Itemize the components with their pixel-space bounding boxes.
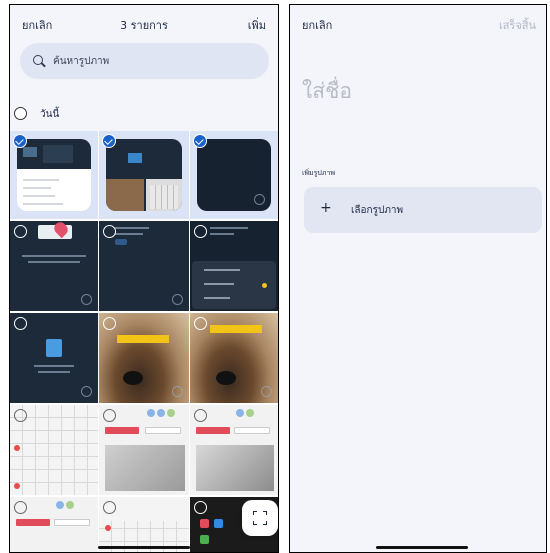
photo-thumb[interactable] <box>10 221 98 311</box>
unselected-circle-icon[interactable] <box>103 317 116 330</box>
select-all-today-circle[interactable] <box>14 107 27 120</box>
photo-thumb[interactable] <box>10 313 98 403</box>
scroll-up-icon <box>172 386 183 397</box>
photo-thumb-selected[interactable] <box>190 131 278 219</box>
expand-button[interactable] <box>242 500 278 536</box>
photo-thumb[interactable] <box>10 497 98 552</box>
title-input[interactable]: ใส่ชื่อ <box>302 75 352 108</box>
add-photos-section-label: เพิ่มรูปภาพ <box>302 169 335 177</box>
selected-count: 3 รายการ <box>120 19 168 32</box>
unselected-circle-icon[interactable] <box>14 225 27 238</box>
stage: ยกเลิก 3 รายการ เพิ่ม ค้นหารูปภาพ วันนี้ <box>0 0 550 553</box>
choose-photos-label: เลือกรูปภาพ <box>351 205 404 216</box>
photo-thumb-selected[interactable] <box>99 131 189 219</box>
unselected-circle-icon[interactable] <box>103 409 116 422</box>
photo-thumb[interactable] <box>99 405 189 495</box>
choose-photos-button[interactable]: + เลือกรูปภาพ <box>304 187 542 233</box>
scroll-up-icon <box>81 294 92 305</box>
home-indicator <box>376 546 468 549</box>
unselected-circle-icon[interactable] <box>103 225 116 238</box>
plus-icon: + <box>320 200 332 216</box>
scroll-up-icon <box>81 386 92 397</box>
add-button[interactable]: เพิ่ม <box>248 16 266 34</box>
scroll-up-icon <box>172 294 183 305</box>
photo-thumb[interactable] <box>10 405 98 495</box>
checked-icon <box>102 134 116 148</box>
checked-icon <box>193 134 207 148</box>
done-button[interactable]: เสร็จสิ้น <box>499 16 536 34</box>
checked-icon <box>13 134 27 148</box>
photo-thumb-selected[interactable] <box>10 131 98 219</box>
unselected-circle-icon[interactable] <box>194 225 207 238</box>
photo-thumb[interactable] <box>190 405 278 495</box>
search-placeholder: ค้นหารูปภาพ <box>53 56 110 67</box>
unselected-circle-icon[interactable] <box>194 409 207 422</box>
photo-picker-screen: ยกเลิก 3 รายการ เพิ่ม ค้นหารูปภาพ วันนี้ <box>9 4 279 553</box>
scroll-up-icon <box>261 386 272 397</box>
expand-icon <box>253 511 267 525</box>
unselected-circle-icon[interactable] <box>14 501 27 514</box>
photo-thumb[interactable] <box>99 221 189 311</box>
unselected-circle-icon[interactable] <box>14 317 27 330</box>
scroll-up-icon <box>254 194 265 205</box>
new-album-screen: ยกเลิก เสร็จสิ้น ใส่ชื่อ เพิ่มรูปภาพ + เ… <box>289 4 547 553</box>
section-today-label: วันนี้ <box>40 109 60 120</box>
home-indicator <box>98 546 190 549</box>
cancel-button[interactable]: ยกเลิก <box>302 16 332 34</box>
photo-thumb[interactable] <box>190 313 278 403</box>
search-icon <box>33 55 43 65</box>
photo-thumb[interactable] <box>99 313 189 403</box>
unselected-circle-icon[interactable] <box>103 501 116 514</box>
picker-header: ยกเลิก 3 รายการ เพิ่ม <box>10 5 278 41</box>
search-input[interactable]: ค้นหารูปภาพ <box>20 43 269 79</box>
unselected-circle-icon[interactable] <box>194 317 207 330</box>
photo-grid <box>10 131 278 552</box>
unselected-circle-icon[interactable] <box>194 501 207 514</box>
photo-thumb[interactable] <box>190 221 278 311</box>
photo-thumb[interactable] <box>99 497 189 552</box>
unselected-circle-icon[interactable] <box>14 409 27 422</box>
